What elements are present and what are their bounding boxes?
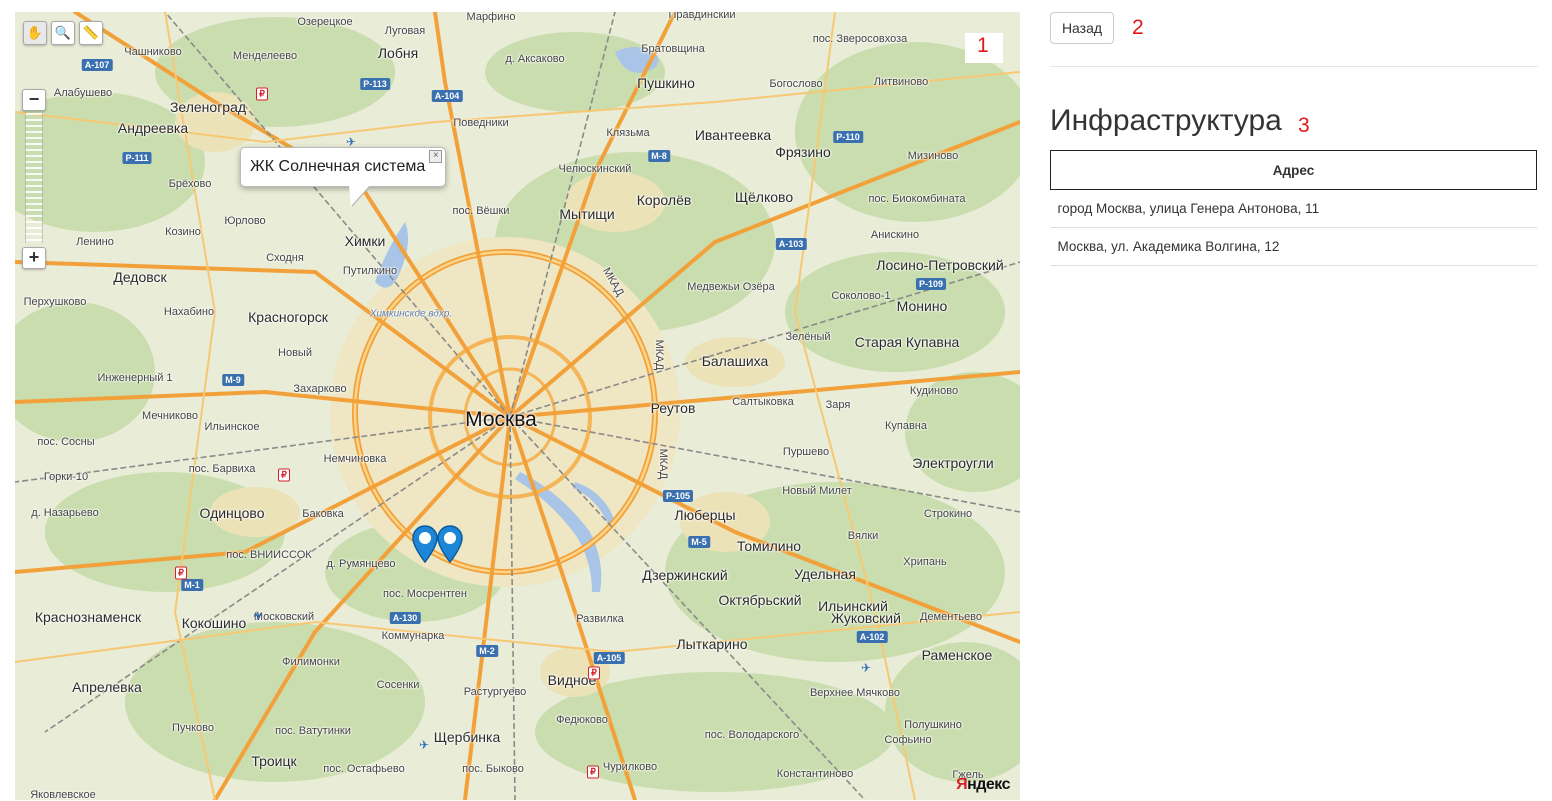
- airport-icon: ✈: [252, 609, 264, 623]
- map-base: [15, 12, 1020, 800]
- zoom-out-button[interactable]: −: [22, 89, 46, 111]
- address-table: Адрес город Москва, улица Генера Антонов…: [1050, 150, 1537, 266]
- map-view[interactable]: Москва Зеленоград Андреевка Химки Лобня Пушки…: [15, 12, 1020, 800]
- road-shield: Р-105: [662, 490, 694, 502]
- placemark-pin-1[interactable]: [411, 524, 439, 564]
- table-row[interactable]: город Москва, улица Генера Антонова, 11: [1050, 189, 1537, 228]
- road-shield: А-103: [775, 238, 807, 250]
- road-shield: А-130: [389, 612, 421, 624]
- yandex-logo: Яндекс: [956, 776, 1010, 793]
- road-shield: Р-110: [833, 131, 863, 143]
- station-icon: ₽: [588, 666, 600, 680]
- road-shield: А-107: [81, 59, 113, 71]
- airport-icon: ✈: [418, 738, 430, 752]
- placemark-pin-2[interactable]: [436, 524, 464, 564]
- table-row[interactable]: Москва, ул. Академика Волгина, 12: [1050, 227, 1537, 266]
- hand-icon[interactable]: ✋: [23, 21, 47, 45]
- column-header-address: Адрес: [1050, 150, 1537, 190]
- annotation-3: 3: [1298, 114, 1310, 137]
- back-button[interactable]: Назад: [1050, 12, 1114, 44]
- station-icon: ₽: [278, 468, 290, 482]
- station-icon: ₽: [587, 765, 599, 779]
- zoom-in-button[interactable]: +: [22, 247, 46, 269]
- airport-icon: ✈: [860, 661, 872, 675]
- zoom-slider[interactable]: [25, 113, 43, 243]
- annotation-2: 2: [1132, 16, 1144, 39]
- map-balloon: ЖК Солнечная система ×: [240, 147, 447, 206]
- balloon-tail: [349, 186, 369, 206]
- page-title: Инфраструктура: [1050, 104, 1282, 137]
- balloon-text: ЖК Солнечная система: [250, 158, 426, 175]
- address-cell: Москва, ул. Академика Волгина, 12: [1050, 227, 1537, 266]
- map-toolbar: ✋ 🔍 📏: [23, 21, 103, 45]
- road-shield: М-9: [222, 374, 244, 386]
- road-shield: М-8: [648, 150, 670, 162]
- close-icon[interactable]: ×: [429, 150, 443, 163]
- magnifier-icon[interactable]: 🔍: [51, 21, 75, 45]
- road-shield: М-2: [476, 645, 498, 657]
- road-shield: Р-111: [122, 152, 152, 164]
- road-shield: А-102: [856, 631, 888, 643]
- annotation-1: 1: [977, 34, 989, 57]
- station-icon: ₽: [256, 87, 268, 101]
- address-cell: город Москва, улица Генера Антонова, 11: [1050, 189, 1537, 228]
- station-icon: ₽: [175, 566, 187, 580]
- road-shield: Р-113: [360, 78, 390, 90]
- road-shield: М-1: [181, 579, 203, 591]
- road-shield: М-5: [688, 536, 710, 548]
- zoom-control: − +: [22, 89, 46, 269]
- ruler-icon[interactable]: 📏: [79, 21, 103, 45]
- road-shield: Р-109: [915, 278, 947, 290]
- road-shield: А-105: [593, 652, 625, 664]
- road-shield: А-104: [431, 90, 463, 102]
- divider: [1050, 66, 1538, 67]
